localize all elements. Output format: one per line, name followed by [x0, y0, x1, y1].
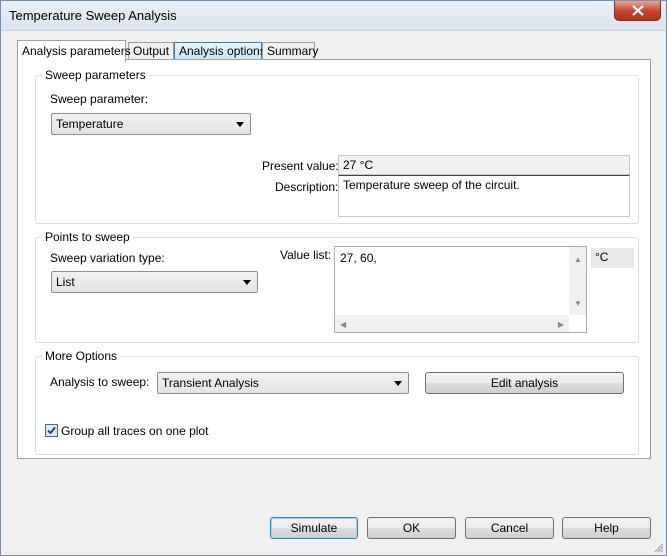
tab-analysis-parameters[interactable]: Analysis parameters [17, 40, 131, 62]
group-title: Sweep parameters [42, 68, 149, 82]
scroll-left-icon[interactable]: ◀ [340, 318, 346, 332]
description-label: Description: [275, 180, 339, 194]
present-value-field: 27 °C [338, 155, 630, 175]
sweep-parameter-label: Sweep parameter: [50, 92, 149, 106]
tab-output[interactable]: Output [128, 42, 174, 60]
dialog-window: Temperature Sweep Analysis Analysis para… [0, 0, 667, 556]
sweep-parameter-dropdown[interactable]: Temperature [51, 113, 251, 135]
help-button[interactable]: Help [562, 517, 651, 539]
description-field: Temperature sweep of the circuit. [338, 175, 630, 217]
tab-panel: Sweep parameters Sweep parameter: Temper… [17, 59, 651, 459]
group-title: More Options [42, 349, 121, 363]
value-list-textarea[interactable]: 27, 60, ▲ ▼ ◀ ▶ [334, 246, 587, 333]
scroll-right-icon[interactable]: ▶ [558, 318, 564, 332]
analysis-to-sweep-dropdown[interactable]: Transient Analysis [157, 372, 409, 394]
edit-analysis-button[interactable]: Edit analysis [425, 372, 624, 394]
scroll-up-icon[interactable]: ▲ [574, 253, 582, 267]
chevron-down-icon [394, 381, 402, 386]
window-title: Temperature Sweep Analysis [9, 8, 177, 23]
present-value-label: Present value: [262, 159, 339, 173]
tab-analysis-options[interactable]: Analysis options [174, 42, 266, 60]
chevron-down-icon [243, 280, 251, 285]
tab-summary[interactable]: Summary [262, 42, 318, 60]
cancel-button[interactable]: Cancel [465, 517, 554, 539]
points-to-sweep-group: Points to sweep Sweep variation type: Li… [35, 230, 639, 343]
sweep-variation-label: Sweep variation type: [50, 251, 165, 265]
ok-button[interactable]: OK [367, 517, 456, 539]
value-list-text: 27, 60, [340, 251, 377, 265]
unit-label: °C [591, 248, 634, 268]
close-icon [631, 5, 644, 16]
vertical-scrollbar[interactable]: ▲ ▼ [569, 247, 586, 315]
close-button[interactable] [614, 1, 661, 21]
value-list-label: Value list: [280, 248, 332, 262]
simulate-button[interactable]: Simulate [270, 517, 358, 539]
dropdown-value: List [56, 275, 75, 289]
sweep-parameters-group: Sweep parameters Sweep parameter: Temper… [35, 68, 639, 224]
title-bar[interactable]: Temperature Sweep Analysis [1, 1, 666, 31]
horizontal-scrollbar[interactable]: ◀ ▶ [335, 315, 569, 332]
dropdown-value: Transient Analysis [162, 376, 259, 390]
analysis-to-sweep-label: Analysis to sweep: [50, 375, 150, 389]
sweep-variation-dropdown[interactable]: List [51, 271, 258, 293]
more-options-group: More Options Analysis to sweep: Transien… [35, 349, 639, 455]
scroll-down-icon[interactable]: ▼ [574, 297, 582, 311]
checkmark-icon [47, 426, 56, 435]
group-traces-label[interactable]: Group all traces on one plot [61, 424, 208, 438]
group-traces-checkbox[interactable] [45, 424, 58, 437]
group-title: Points to sweep [42, 230, 133, 244]
resize-grip-icon[interactable] [654, 543, 664, 553]
dropdown-value: Temperature [56, 117, 124, 131]
chevron-down-icon [236, 122, 244, 127]
